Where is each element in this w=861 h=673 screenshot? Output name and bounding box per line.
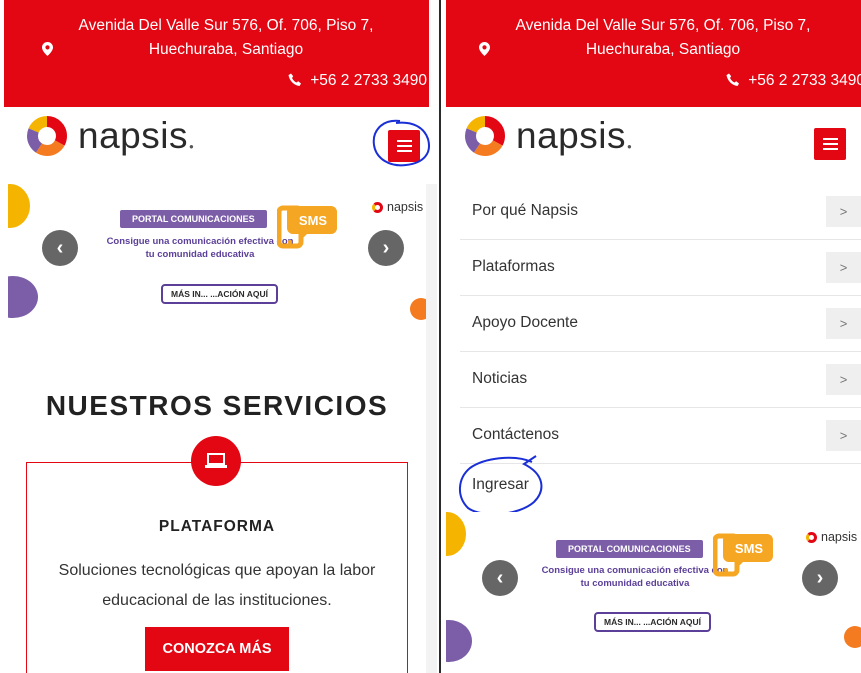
mini-logo-text: napsis <box>387 200 424 214</box>
logo-text: napsis <box>78 115 188 156</box>
banner-subtitle: Consigue una comunicación efectiva con t… <box>541 565 729 589</box>
service-card-text: Soluciones tecnológicas que apoyan la la… <box>58 562 376 609</box>
menu-bar <box>822 143 838 145</box>
mini-logo-text: napsis <box>821 530 858 544</box>
banner-button[interactable]: MÁS IN... ...ACIÓN AQUÍ <box>161 284 278 304</box>
menu-item-label: Por qué Napsis <box>472 202 578 219</box>
logo-ring-icon <box>27 116 67 156</box>
napsis-logo[interactable]: napsis ● <box>26 110 194 162</box>
service-icon-badge <box>191 436 241 486</box>
logo-text: napsis <box>516 115 626 156</box>
location-pin-icon <box>42 40 53 64</box>
chevron-right-icon: > <box>839 316 848 331</box>
chevron-right-icon: > <box>839 260 848 275</box>
slider-next-button[interactable]: › <box>368 230 404 266</box>
chevron-right-icon: > <box>839 204 848 219</box>
scrollbar[interactable] <box>426 184 437 673</box>
menu-item-label: Contáctenos <box>472 426 560 443</box>
menu-item-contactenos[interactable]: Contáctenos > <box>460 408 861 464</box>
laptop-icon <box>205 453 227 468</box>
submenu-toggle[interactable]: > <box>826 196 861 227</box>
decor-blob <box>446 512 466 556</box>
banner-label: PORTAL COMUNICACIONES <box>556 540 703 558</box>
chevron-right-icon: > <box>839 372 848 387</box>
decor-blob <box>8 184 30 228</box>
mini-logo: napsis <box>806 530 857 544</box>
slider-next-button[interactable]: › <box>802 560 838 596</box>
menu-bar <box>822 148 838 150</box>
logo-trademark: ● <box>626 142 632 151</box>
menu-bar <box>822 138 838 140</box>
chevron-right-icon: › <box>816 566 824 589</box>
menu-item-noticias[interactable]: Noticias > <box>460 352 861 408</box>
menu-item-por-que-napsis[interactable]: Por qué Napsis > <box>460 184 861 240</box>
phone-text: +56 2 2733 3490 <box>310 72 427 89</box>
address-text: Avenida Del Valle Sur 576, Of. 706, Piso… <box>78 17 374 58</box>
address: Avenida Del Valle Sur 576, Of. 706, Piso… <box>4 14 429 64</box>
phone-text: +56 2 2733 3490 <box>748 72 861 89</box>
decor-blob <box>410 298 426 320</box>
menu-bar <box>396 150 412 152</box>
sms-badge: SMS <box>735 541 764 556</box>
hamburger-menu-button[interactable] <box>388 130 420 162</box>
sms-icon: SMS <box>277 205 337 249</box>
phone-icon <box>726 73 740 92</box>
menu-item-label: Apoyo Docente <box>472 314 578 331</box>
services-title: NUESTROS SERVICIOS <box>45 390 389 421</box>
menu-item-plataformas[interactable]: Plataformas > <box>460 240 861 296</box>
phone[interactable]: +56 2 2733 3490 <box>288 72 427 92</box>
banner-button[interactable]: MÁS IN... ...ACIÓN AQUÍ <box>594 612 711 632</box>
banner-subtitle: Consigue una comunicación efectiva con t… <box>106 236 294 260</box>
menu-bar <box>396 140 412 142</box>
logo-mark-icon <box>806 531 817 543</box>
learn-more-button[interactable]: CONOZCA MÁS <box>145 627 289 671</box>
submenu-toggle[interactable]: > <box>826 420 861 451</box>
slider-prev-button[interactable]: ‹ <box>482 560 518 596</box>
logo-trademark: ● <box>188 142 194 151</box>
homepage-panel: Avenida Del Valle Sur 576, Of. 706, Piso… <box>0 0 437 673</box>
napsis-logo[interactable]: napsis ● <box>464 110 632 162</box>
nav-menu: Por qué Napsis > Plataformas > Apoyo Docen… <box>460 184 861 464</box>
menu-item-apoyo-docente[interactable]: Apoyo Docente > <box>460 296 861 352</box>
mini-logo: napsis <box>372 200 423 214</box>
decor-blob <box>844 626 861 648</box>
banner-label: PORTAL COMUNICACIONES <box>120 210 267 228</box>
menu-item-label: Plataformas <box>472 258 555 275</box>
location-pin-icon <box>479 40 490 64</box>
logo-mark-icon <box>372 201 383 213</box>
menu-item-label: Noticias <box>472 370 528 387</box>
hamburger-menu-button[interactable] <box>814 128 846 160</box>
address-text: Avenida Del Valle Sur 576, Of. 706, Piso… <box>515 17 811 58</box>
submenu-toggle[interactable]: > <box>826 252 861 283</box>
decor-blob <box>446 620 472 662</box>
decor-blob <box>8 276 38 318</box>
banner-slider: PORTAL COMUNICACIONES Consigue una comun… <box>8 184 426 334</box>
chevron-left-icon: ‹ <box>56 236 64 259</box>
address: Avenida Del Valle Sur 576, Of. 706, Piso… <box>446 14 861 64</box>
menu-bar <box>396 145 412 147</box>
banner-slider: PORTAL COMUNICACIONES Consigue una comun… <box>446 512 861 673</box>
logo-ring-icon <box>465 116 505 156</box>
sms-icon: SMS <box>713 533 773 577</box>
panel-divider-line <box>439 0 441 673</box>
contact-bar: Avenida Del Valle Sur 576, Of. 706, Piso… <box>4 0 429 107</box>
service-card-title: PLATAFORMA <box>158 518 276 535</box>
contact-bar: Avenida Del Valle Sur 576, Of. 706, Piso… <box>446 0 861 107</box>
menu-open-panel: Avenida Del Valle Sur 576, Of. 706, Piso… <box>446 0 861 673</box>
chevron-right-icon: › <box>382 236 390 259</box>
chevron-right-icon: > <box>839 428 848 443</box>
chevron-left-icon: ‹ <box>496 566 504 589</box>
slider-prev-button[interactable]: ‹ <box>42 230 78 266</box>
submenu-toggle[interactable]: > <box>826 308 861 339</box>
phone-icon <box>288 73 302 92</box>
login-link[interactable]: Ingresar <box>472 476 529 494</box>
sms-badge: SMS <box>299 213 328 228</box>
submenu-toggle[interactable]: > <box>826 364 861 395</box>
phone[interactable]: +56 2 2733 3490 <box>726 72 861 92</box>
